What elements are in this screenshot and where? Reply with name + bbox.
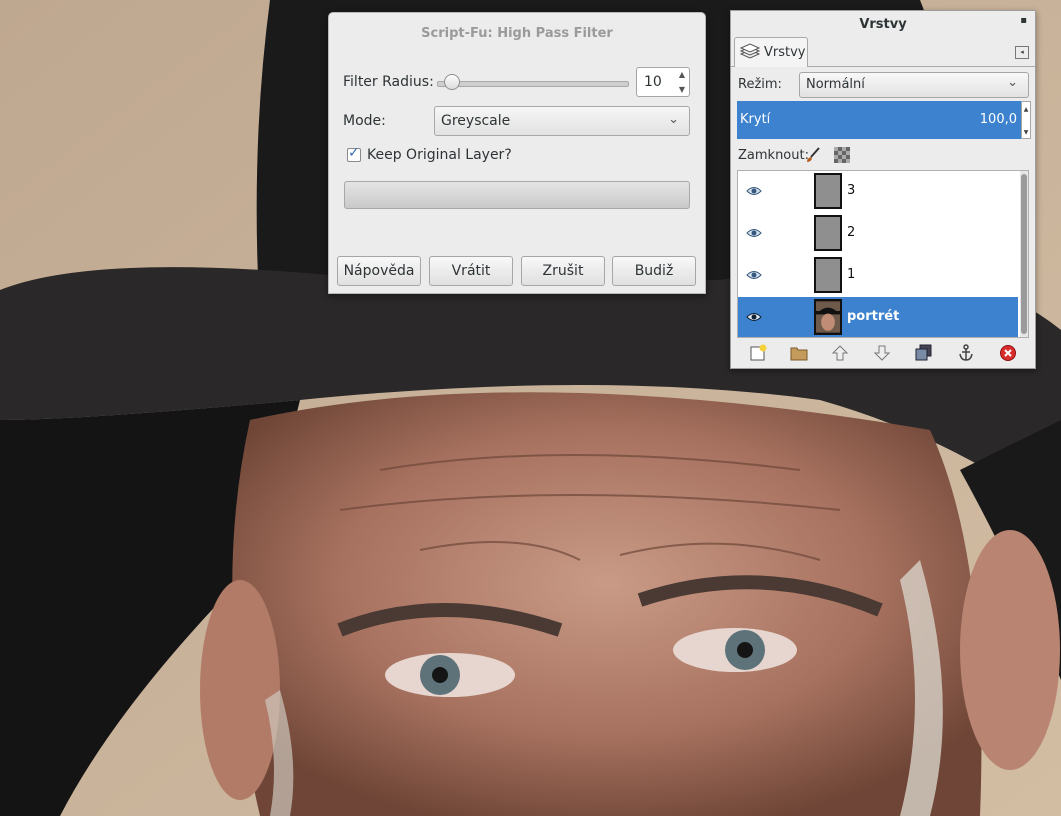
layer-row-selected[interactable]: portrét bbox=[738, 297, 1018, 337]
visibility-eye-icon[interactable] bbox=[746, 185, 762, 197]
tab-layers-label: Vrstvy bbox=[764, 45, 806, 60]
layer-mode-label: Režim: bbox=[738, 77, 782, 92]
anchor-layer-icon[interactable] bbox=[957, 344, 975, 362]
layers-panel: Vrstvy ▪ Vrstvy ◂ Režim: Normální ⌄ Kryt… bbox=[730, 10, 1036, 369]
mode-label: Mode: bbox=[343, 113, 386, 129]
lower-layer-icon[interactable] bbox=[873, 344, 891, 362]
layer-group-icon[interactable] bbox=[790, 344, 808, 362]
spin-down-icon[interactable]: ▼ bbox=[679, 85, 685, 94]
panel-menu-dot-icon[interactable]: ▪ bbox=[1020, 15, 1027, 26]
layer-name: portrét bbox=[847, 309, 900, 324]
layer-row[interactable]: 1 bbox=[738, 255, 1018, 297]
mode-value: Greyscale bbox=[441, 113, 511, 129]
filter-radius-slider[interactable] bbox=[437, 81, 629, 87]
panel-title: Vrstvy bbox=[859, 17, 907, 32]
opacity-spinbutton[interactable]: ▲ ▼ bbox=[1021, 101, 1031, 139]
cancel-button[interactable]: Zrušit bbox=[521, 256, 605, 286]
chevron-down-icon: ⌄ bbox=[1007, 75, 1018, 90]
spin-up-icon[interactable]: ▲ bbox=[679, 70, 685, 79]
layer-name: 1 bbox=[847, 267, 856, 282]
layer-thumbnail bbox=[814, 173, 842, 209]
filter-radius-label: Filter Radius: bbox=[343, 74, 434, 90]
lock-pixels-brush-icon[interactable] bbox=[805, 147, 821, 163]
filter-radius-value: 10 bbox=[644, 74, 662, 90]
layers-icon bbox=[739, 43, 761, 59]
portrait-thumbnail bbox=[814, 299, 842, 335]
chevron-down-icon: ⌄ bbox=[668, 112, 679, 127]
new-layer-icon[interactable] bbox=[749, 344, 767, 362]
opacity-bar[interactable]: Krytí 100,0 bbox=[737, 101, 1021, 139]
reset-button[interactable]: Vrátit bbox=[429, 256, 513, 286]
ok-button[interactable]: Budiž bbox=[612, 256, 696, 286]
help-button[interactable]: Nápověda bbox=[337, 256, 421, 286]
visibility-eye-icon[interactable] bbox=[746, 227, 762, 239]
layer-mode-value: Normální bbox=[806, 77, 865, 92]
raise-layer-icon[interactable] bbox=[831, 344, 849, 362]
filter-radius-spinbutton[interactable]: 10 ▲ ▼ bbox=[636, 67, 690, 97]
checkmark-icon: ✓ bbox=[348, 145, 360, 161]
lock-alpha-checkerboard-icon[interactable] bbox=[834, 147, 850, 163]
layer-name: 2 bbox=[847, 225, 856, 240]
progress-bar bbox=[344, 181, 690, 209]
layers-scrollbar[interactable] bbox=[1020, 171, 1028, 337]
spin-down-icon[interactable]: ▼ bbox=[1022, 129, 1030, 136]
layer-mode-select[interactable]: Normální ⌄ bbox=[799, 72, 1029, 98]
opacity-label: Krytí bbox=[740, 112, 771, 127]
visibility-eye-icon[interactable] bbox=[746, 269, 762, 281]
tab-menu-icon[interactable]: ◂ bbox=[1015, 46, 1029, 59]
dialog-title: Script-Fu: High Pass Filter bbox=[421, 26, 613, 41]
spin-up-icon[interactable]: ▲ bbox=[1022, 106, 1030, 113]
opacity-value: 100,0 bbox=[979, 112, 1017, 127]
mode-select[interactable]: Greyscale ⌄ bbox=[434, 106, 690, 136]
filter-radius-slider-handle[interactable] bbox=[444, 74, 461, 90]
layer-thumbnail bbox=[814, 257, 842, 293]
keep-original-label[interactable]: Keep Original Layer? bbox=[367, 147, 512, 163]
tab-layers[interactable]: Vrstvy bbox=[734, 37, 808, 67]
layer-name: 3 bbox=[847, 183, 856, 198]
layer-row[interactable]: 3 bbox=[738, 171, 1018, 213]
layer-row[interactable]: 2 bbox=[738, 213, 1018, 255]
delete-layer-icon[interactable] bbox=[999, 344, 1017, 362]
visibility-eye-icon[interactable] bbox=[746, 311, 762, 323]
duplicate-layer-icon[interactable] bbox=[915, 344, 933, 362]
lock-label: Zamknout: bbox=[738, 148, 809, 163]
keep-original-checkbox[interactable]: ✓ bbox=[347, 145, 361, 162]
layers-list: 3 2 1 portrét bbox=[737, 170, 1029, 338]
scrollbar-thumb[interactable] bbox=[1021, 174, 1027, 334]
layer-thumbnail bbox=[814, 215, 842, 251]
high-pass-filter-dialog: Script-Fu: High Pass Filter Filter Radiu… bbox=[328, 12, 706, 294]
